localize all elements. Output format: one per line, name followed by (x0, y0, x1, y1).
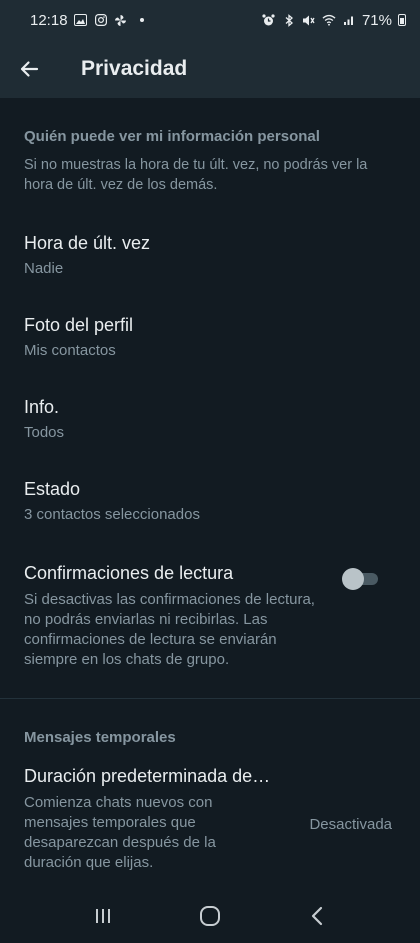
wifi-icon (322, 13, 336, 27)
personal-info-description: Si no muestras la hora de tu últ. vez, n… (24, 157, 368, 193)
clock: 12:18 (30, 11, 68, 29)
setting-title: Info. (24, 397, 60, 417)
personal-info-heading: Quién puede ver mi información personal (24, 128, 320, 145)
setting-value: Todos (24, 424, 65, 441)
setting-last-seen[interactable]: Hora de últ. vez Nadie (0, 233, 420, 277)
image-icon (74, 13, 88, 27)
recents-icon[interactable] (86, 899, 120, 933)
setting-value: Nadie (24, 260, 64, 277)
instagram-icon (94, 13, 108, 27)
home-icon[interactable] (193, 899, 227, 933)
read-receipts-toggle[interactable] (342, 568, 380, 590)
bluetooth-icon (282, 13, 296, 27)
privacy-settings: Quién puede ver mi información personal … (0, 98, 420, 873)
duration-description: Comienza chats nuevos con mensajes tempo… (24, 794, 216, 871)
arrow-left-icon[interactable] (17, 57, 41, 81)
setting-value: Mis contactos (24, 342, 116, 359)
page-title: Privacidad (81, 57, 188, 80)
signal-icon (342, 13, 356, 27)
setting-title: Foto del perfil (24, 315, 134, 335)
status-right: 71% (262, 12, 406, 29)
pinwheel-icon (114, 13, 128, 27)
duration-value: Desactivada (309, 816, 392, 833)
alarm-icon (262, 13, 276, 27)
temporary-messages-heading: Mensajes temporales (24, 729, 176, 746)
setting-status[interactable]: Estado 3 contactos seleccionados (0, 479, 420, 523)
duration-title: Duración predeterminada de… (24, 766, 271, 786)
setting-info[interactable]: Info. Todos (0, 397, 420, 441)
toggle-thumb (342, 568, 364, 590)
read-receipts-description: Si desactivas las confirmaciones de lect… (24, 591, 315, 668)
notification-dot (139, 18, 144, 22)
setting-read-receipts[interactable]: Confirmaciones de lectura Si desactivas … (0, 563, 420, 670)
setting-title: Hora de últ. vez (24, 233, 151, 253)
back-icon[interactable] (300, 899, 334, 933)
setting-value: 3 contactos seleccionados (24, 506, 200, 523)
status-bar: 12:18 71% (0, 0, 420, 40)
status-left: 12:18 (30, 12, 144, 29)
setting-profile-photo[interactable]: Foto del perfil Mis contactos (0, 315, 420, 359)
system-nav-bar (0, 889, 420, 943)
battery-text: 71% (361, 11, 392, 29)
app-bar: Privacidad (0, 40, 420, 98)
mute-icon (302, 13, 316, 27)
setting-default-duration[interactable]: Duración predeterminada de… Comienza cha… (0, 766, 420, 873)
read-receipts-title: Confirmaciones de lectura (24, 563, 234, 583)
setting-title: Estado (24, 479, 81, 499)
battery-icon (398, 14, 406, 26)
